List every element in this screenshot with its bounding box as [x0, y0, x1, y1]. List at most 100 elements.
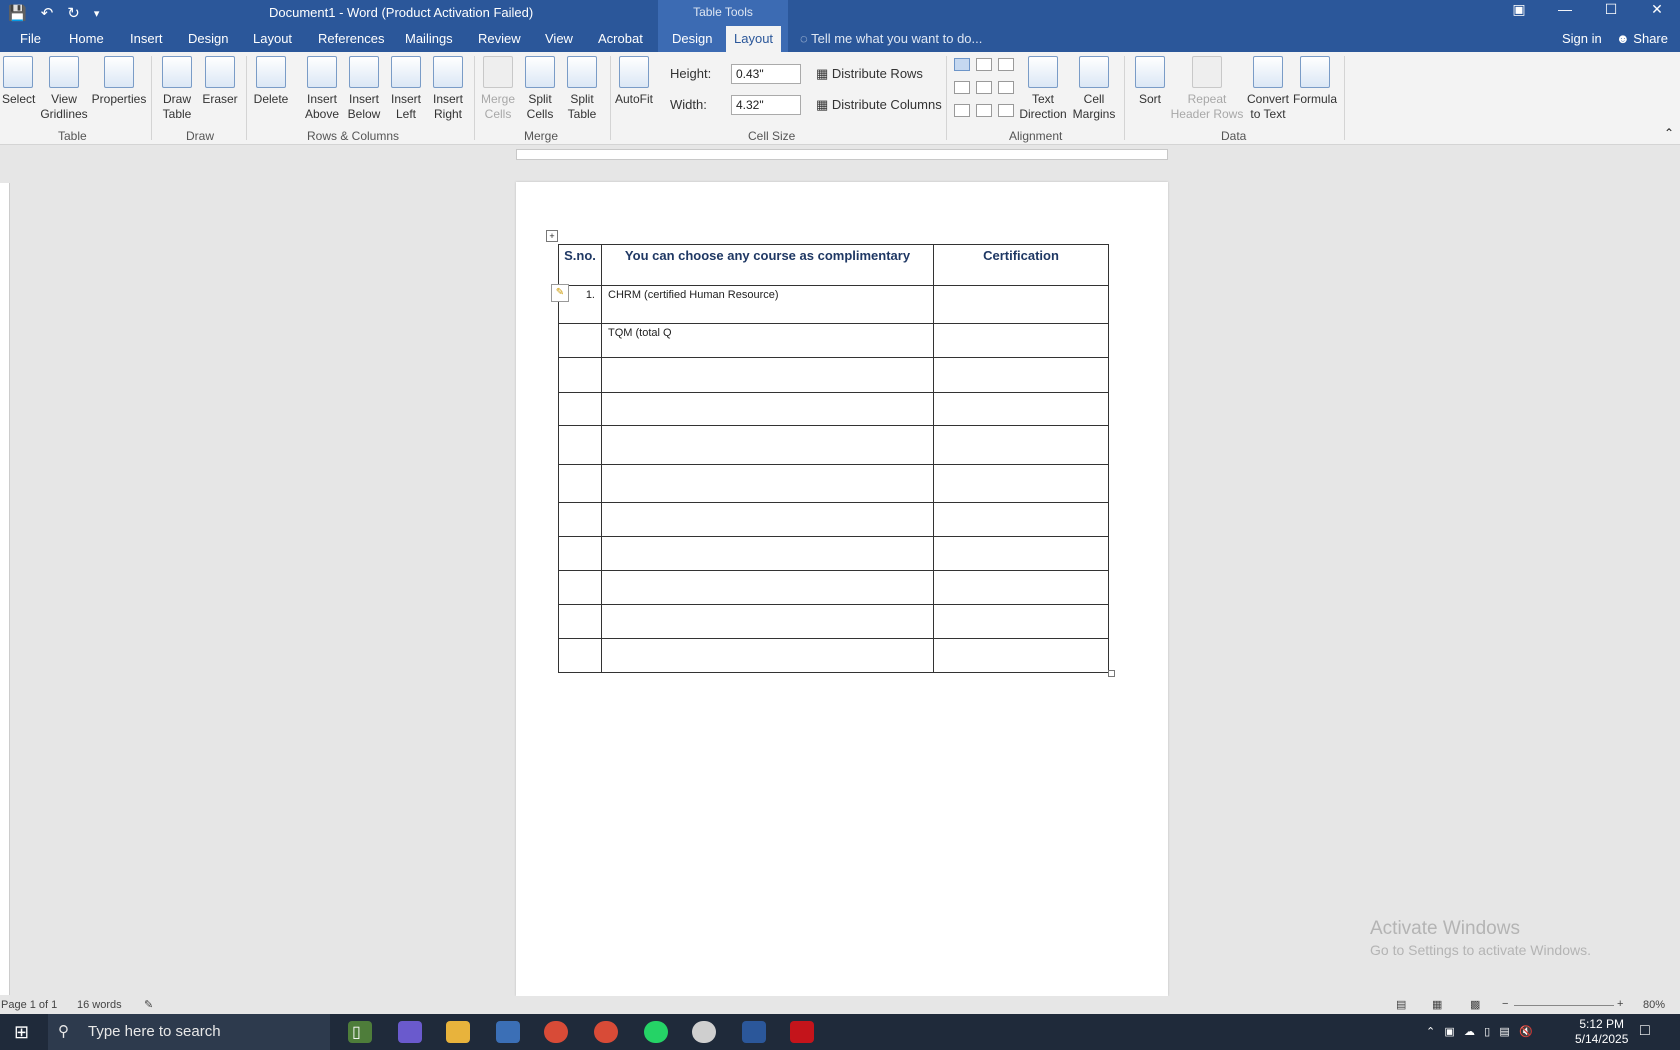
- distribute-rows-button[interactable]: ▦ Distribute Rows: [816, 66, 923, 82]
- table-move-handle-icon[interactable]: +: [546, 230, 558, 242]
- table-cell-active[interactable]: TQM (total Q: [601, 323, 934, 358]
- properties-button[interactable]: Properties: [91, 56, 147, 107]
- cell-margins-button[interactable]: Cell Margins: [1069, 56, 1119, 122]
- table-cell[interactable]: [601, 638, 934, 673]
- print-layout-icon[interactable]: ▦: [1432, 998, 1442, 1011]
- tab-file[interactable]: File: [12, 26, 49, 52]
- chevron-up-icon[interactable]: ⌃: [1426, 1026, 1435, 1038]
- header-sno[interactable]: S.no.: [558, 244, 602, 286]
- redo-icon[interactable]: ↻: [67, 4, 80, 22]
- text-direction-button[interactable]: Text Direction: [1018, 56, 1068, 122]
- tab-table-layout[interactable]: Layout: [726, 26, 782, 52]
- sign-in-link[interactable]: Sign in: [1562, 26, 1602, 52]
- convert-to-text-button[interactable]: Convert to Text: [1244, 56, 1292, 122]
- insert-above-button[interactable]: Insert Above: [302, 56, 342, 122]
- merge-cells-button[interactable]: Merge Cells: [478, 56, 518, 122]
- align-bottom-center-button[interactable]: [976, 104, 992, 117]
- align-bottom-left-button[interactable]: [954, 104, 970, 117]
- table-cell[interactable]: [601, 392, 934, 426]
- task-view-icon[interactable]: ▯: [352, 1022, 361, 1042]
- whatsapp-icon[interactable]: [644, 1021, 668, 1043]
- table-cell[interactable]: [933, 502, 1109, 537]
- height-input[interactable]: 0.43": [731, 64, 801, 84]
- table-cell[interactable]: [601, 357, 934, 393]
- split-table-button[interactable]: Split Table: [562, 56, 602, 122]
- onedrive-icon[interactable]: ☁: [1464, 1026, 1475, 1038]
- volume-muted-icon[interactable]: 🔇: [1519, 1026, 1533, 1038]
- undo-icon[interactable]: ↶: [41, 4, 54, 22]
- width-input[interactable]: 4.32": [731, 95, 801, 115]
- autocorrect-options-icon[interactable]: ✎: [551, 284, 569, 302]
- align-center-button[interactable]: [976, 81, 992, 94]
- word-count[interactable]: 16 words: [77, 999, 122, 1011]
- table-cell[interactable]: [558, 604, 602, 639]
- document-table[interactable]: S.no. You can choose any course as compl…: [558, 244, 1109, 673]
- tab-acrobat[interactable]: Acrobat: [590, 26, 651, 52]
- notifications-icon[interactable]: □: [1640, 1022, 1650, 1040]
- chrome-icon[interactable]: [544, 1021, 568, 1043]
- sort-button[interactable]: Sort: [1130, 56, 1170, 107]
- distribute-columns-button[interactable]: ▦ Distribute Columns: [816, 97, 942, 113]
- table-cell[interactable]: [933, 323, 1109, 358]
- tab-design[interactable]: Design: [180, 26, 236, 52]
- table-cell[interactable]: [933, 392, 1109, 426]
- draw-table-button[interactable]: Draw Table: [158, 56, 196, 122]
- table-cell[interactable]: [558, 425, 602, 465]
- tab-home[interactable]: Home: [61, 26, 112, 52]
- split-cells-button[interactable]: Split Cells: [520, 56, 560, 122]
- align-center-left-button[interactable]: [954, 81, 970, 94]
- delete-button[interactable]: Delete: [251, 56, 291, 107]
- zoom-slider[interactable]: [1514, 1005, 1614, 1006]
- header-certification[interactable]: Certification: [933, 244, 1109, 286]
- table-cell[interactable]: [558, 536, 602, 571]
- zoom-out-icon[interactable]: −: [1502, 998, 1508, 1010]
- insert-left-button[interactable]: Insert Left: [386, 56, 426, 122]
- table-cell[interactable]: [558, 638, 602, 673]
- save-icon[interactable]: 💾: [8, 4, 27, 22]
- table-cell[interactable]: [601, 425, 934, 465]
- table-cell[interactable]: [933, 285, 1109, 324]
- acrobat-icon[interactable]: [790, 1021, 814, 1043]
- header-course[interactable]: You can choose any course as complimenta…: [601, 244, 934, 286]
- ribbon-display-icon[interactable]: ▣: [1496, 0, 1542, 26]
- read-mode-icon[interactable]: ▤: [1396, 998, 1406, 1011]
- tell-me-box[interactable]: ◌ Tell me what you want to do...: [800, 26, 982, 52]
- table-cell[interactable]: [601, 570, 934, 605]
- table-cell[interactable]: [933, 464, 1109, 503]
- formula-button[interactable]: Formula: [1292, 56, 1338, 107]
- select-button[interactable]: Select: [2, 56, 35, 107]
- tab-insert[interactable]: Insert: [122, 26, 171, 52]
- share-button[interactable]: ☻ Share: [1616, 26, 1668, 52]
- table-cell[interactable]: [933, 638, 1109, 673]
- align-top-center-button[interactable]: [976, 58, 992, 71]
- table-cell[interactable]: CHRM (certified Human Resource): [601, 285, 934, 324]
- table-cell[interactable]: [601, 604, 934, 639]
- table-cell[interactable]: [558, 323, 602, 358]
- zoom-level[interactable]: 80%: [1643, 999, 1665, 1011]
- table-cell[interactable]: [933, 357, 1109, 393]
- file-explorer-icon[interactable]: [446, 1021, 470, 1043]
- table-cell[interactable]: [933, 536, 1109, 571]
- table-cell[interactable]: [558, 357, 602, 393]
- taskbar-clock[interactable]: 5:12 PM 5/14/2025: [1575, 1017, 1628, 1047]
- tab-mailings[interactable]: Mailings: [397, 26, 461, 52]
- align-center-right-button[interactable]: [998, 81, 1014, 94]
- windows-start-icon[interactable]: ⊞: [14, 1022, 29, 1043]
- tab-references[interactable]: References: [310, 26, 392, 52]
- battery-icon[interactable]: ▯: [1484, 1026, 1490, 1038]
- autofit-button[interactable]: AutoFit: [614, 56, 654, 107]
- eraser-button[interactable]: Eraser: [200, 56, 240, 107]
- table-cell[interactable]: [601, 464, 934, 503]
- table-cell[interactable]: [558, 392, 602, 426]
- repeat-header-rows-button[interactable]: Repeat Header Rows: [1170, 56, 1244, 122]
- table-cell[interactable]: [601, 502, 934, 537]
- table-cell[interactable]: [558, 502, 602, 537]
- table-cell[interactable]: [933, 570, 1109, 605]
- vertical-ruler[interactable]: [0, 183, 10, 995]
- web-layout-icon[interactable]: ▩: [1470, 998, 1480, 1011]
- word-icon[interactable]: [742, 1021, 766, 1043]
- insert-below-button[interactable]: Insert Below: [344, 56, 384, 122]
- horizontal-ruler[interactable]: [0, 145, 1680, 163]
- zoom-in-icon[interactable]: +: [1617, 998, 1623, 1010]
- tab-table-design[interactable]: Design: [664, 26, 720, 52]
